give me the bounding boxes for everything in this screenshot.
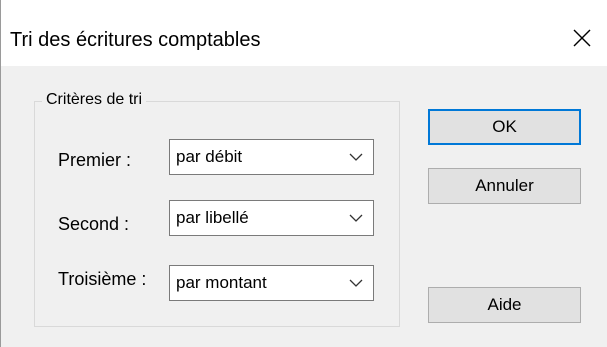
cancel-button[interactable]: Annuler [428,168,581,204]
chevron-down-icon [349,279,363,287]
window-title: Tri des écritures comptables [10,29,261,51]
dialog-window: Tri des écritures comptables Critères de… [0,0,607,347]
second-criterion-label: Second : [58,214,130,234]
chevron-down-icon [349,214,363,222]
first-criterion-label: Premier : [58,150,132,170]
ok-button[interactable]: OK [428,109,581,145]
second-criterion-value: par libellé [176,208,249,227]
second-criterion-select[interactable]: par libellé [169,200,374,236]
third-criterion-label: Troisième : [58,269,147,289]
third-criterion-select[interactable]: par montant [169,265,374,301]
chevron-down-icon [349,153,363,161]
first-criterion-value: par débit [176,147,243,166]
title-bar: Tri des écritures comptables [0,0,607,66]
close-icon [573,29,591,47]
help-button[interactable]: Aide [428,287,581,323]
group-legend: Critères de tri [42,90,147,110]
close-button[interactable] [560,18,604,58]
window-border [0,0,1,347]
first-criterion-select[interactable]: par débit [169,139,374,175]
third-criterion-value: par montant [176,273,267,292]
